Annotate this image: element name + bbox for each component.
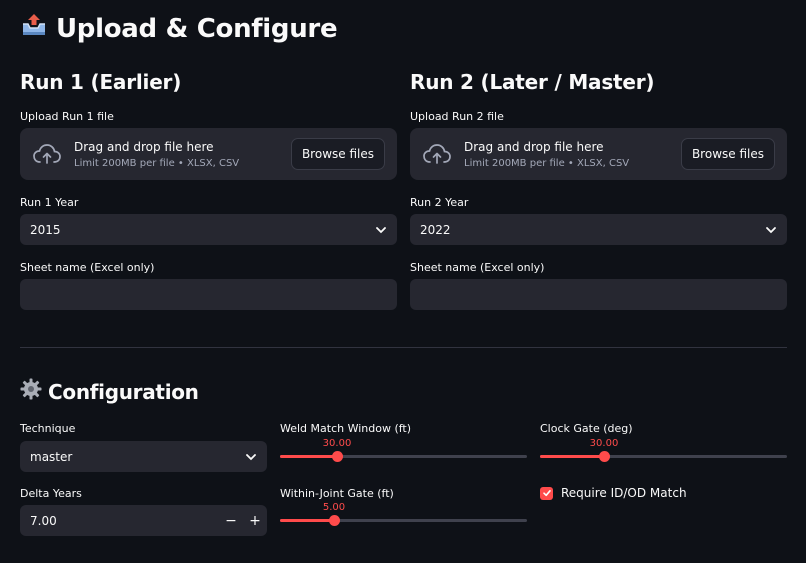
- slider-thumb[interactable]: [329, 515, 340, 526]
- run1-year-label: Run 1 Year: [20, 196, 79, 209]
- run1-browse-button[interactable]: Browse files: [290, 138, 385, 170]
- run2-sheet-input[interactable]: [410, 279, 787, 310]
- run1-dropzone[interactable]: Drag and drop file here Limit 200MB per …: [20, 128, 397, 180]
- run2-upload-label: Upload Run 2 file: [410, 110, 504, 123]
- weld-match-value: 30.00: [322, 438, 352, 449]
- run2-heading: Run 2 (Later / Master): [410, 70, 655, 94]
- slider-fill: [280, 455, 337, 458]
- require-idod-checkbox[interactable]: Require ID/OD Match: [540, 486, 687, 500]
- slider-fill: [280, 519, 334, 522]
- clock-gate-value: 30.00: [589, 438, 619, 449]
- run1-upload-label: Upload Run 1 file: [20, 110, 114, 123]
- require-idod-label: Require ID/OD Match: [561, 486, 687, 500]
- run2-drop-text: Drag and drop file here: [464, 139, 604, 154]
- run2-browse-button[interactable]: Browse files: [680, 138, 775, 170]
- technique-label: Technique: [20, 422, 76, 435]
- config-heading: Configuration: [20, 378, 199, 405]
- run2-year-value: 2022: [420, 222, 451, 237]
- page-title: Upload & Configure: [20, 12, 338, 45]
- delta-years-input[interactable]: 7.00 − +: [20, 505, 267, 536]
- technique-value: master: [30, 449, 73, 464]
- cloud-upload-icon: [422, 143, 452, 165]
- checkbox-checked-icon[interactable]: [540, 486, 553, 500]
- delta-years-value: 7.00: [30, 513, 57, 528]
- within-joint-value: 5.00: [322, 502, 346, 513]
- delta-years-label: Delta Years: [20, 487, 82, 500]
- run2-year-label: Run 2 Year: [410, 196, 469, 209]
- chevron-down-icon: [375, 223, 387, 237]
- inbox-tray-icon: [20, 12, 48, 45]
- slider-thumb[interactable]: [599, 451, 610, 462]
- run1-heading: Run 1 (Earlier): [20, 70, 182, 94]
- gear-icon: [20, 378, 42, 405]
- increment-button[interactable]: +: [243, 513, 267, 529]
- run1-drop-text: Drag and drop file here: [74, 139, 214, 154]
- config-heading-text: Configuration: [48, 379, 199, 404]
- run1-sheet-input[interactable]: [20, 279, 397, 310]
- weld-match-label: Weld Match Window (ft): [280, 422, 412, 435]
- weld-match-slider[interactable]: 30.00: [280, 438, 527, 462]
- run2-year-select[interactable]: 2022: [410, 214, 787, 245]
- slider-fill: [540, 455, 604, 458]
- technique-select[interactable]: master: [20, 441, 267, 472]
- run1-year-select[interactable]: 2015: [20, 214, 397, 245]
- within-joint-slider[interactable]: 5.00: [280, 502, 527, 526]
- chevron-down-icon: [765, 223, 777, 237]
- clock-gate-label: Clock Gate (deg): [540, 422, 633, 435]
- page-title-text: Upload & Configure: [56, 13, 338, 44]
- slider-thumb[interactable]: [332, 451, 343, 462]
- cloud-upload-icon: [32, 143, 62, 165]
- within-joint-label: Within-Joint Gate (ft): [280, 487, 394, 500]
- run1-drop-limit: Limit 200MB per file • XLSX, CSV: [74, 157, 240, 169]
- run1-sheet-label: Sheet name (Excel only): [20, 261, 155, 274]
- decrement-button[interactable]: −: [219, 513, 243, 529]
- clock-gate-slider[interactable]: 30.00: [540, 438, 787, 462]
- run2-dropzone[interactable]: Drag and drop file here Limit 200MB per …: [410, 128, 787, 180]
- run1-year-value: 2015: [30, 222, 61, 237]
- run2-sheet-label: Sheet name (Excel only): [410, 261, 545, 274]
- section-divider: [20, 347, 787, 348]
- run2-drop-limit: Limit 200MB per file • XLSX, CSV: [464, 157, 630, 169]
- chevron-down-icon: [245, 450, 257, 464]
